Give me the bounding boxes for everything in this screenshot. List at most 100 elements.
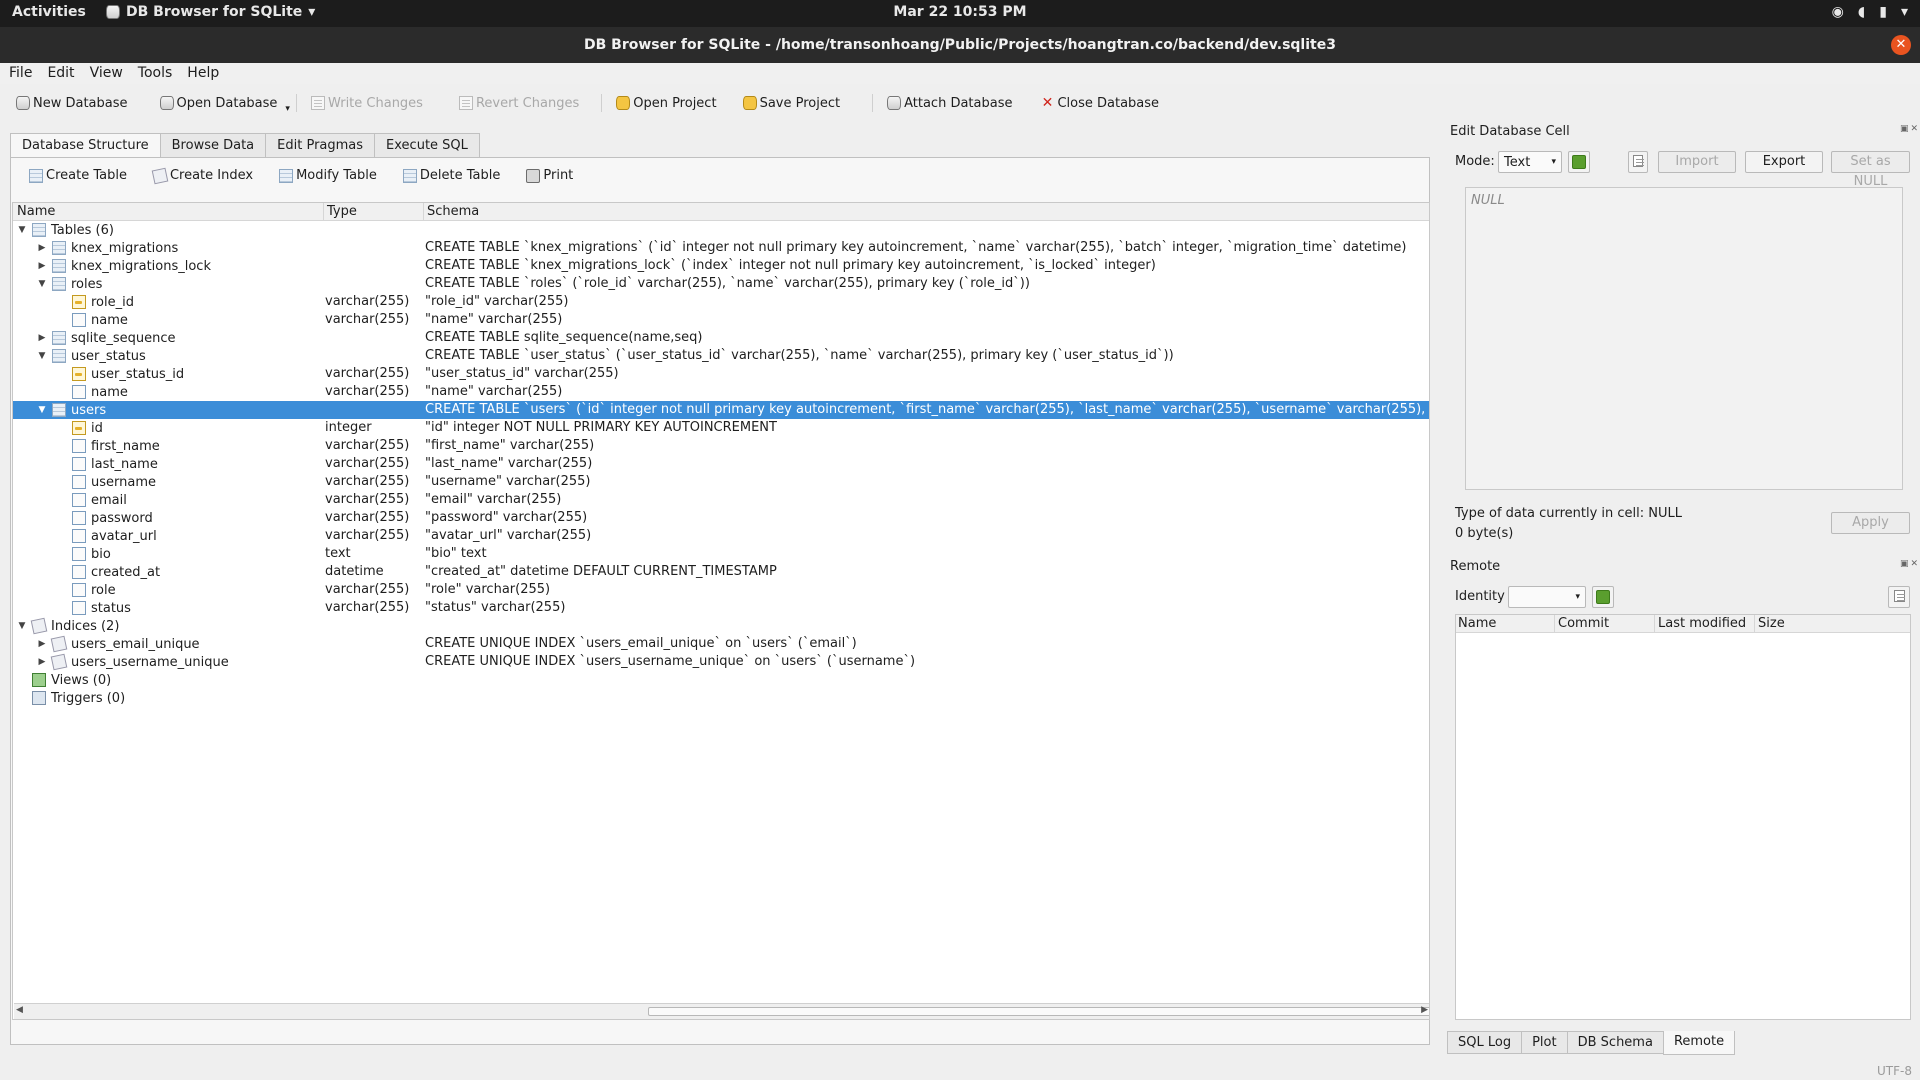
tree-row[interactable]: ▶ users_email_unique CREATE UNIQUE INDEX `… [13, 635, 1429, 653]
remote-column-last-modified[interactable]: Last modified [1656, 616, 1746, 631]
attach-database-button[interactable]: Attach Database [879, 96, 1020, 111]
remote-column-commit[interactable]: Commit [1556, 616, 1609, 631]
tree-row[interactable]: username varchar(255) "username" varchar(2… [13, 473, 1429, 491]
expand-right-icon[interactable]: ▶ [37, 333, 47, 343]
tree-row[interactable]: ▼ user_status CREATE TABLE `user_status` (… [13, 347, 1429, 365]
tree-row[interactable]: ▶ users_username_unique CREATE UNIQUE INDE… [13, 653, 1429, 671]
clock[interactable]: Mar 22 10:53 PM [893, 4, 1026, 20]
app-menu[interactable]: DB Browser for SQLite ▾ [106, 4, 315, 20]
menu-edit[interactable]: Edit [38, 63, 80, 84]
menu-help[interactable]: Help [178, 63, 225, 84]
horizontal-scrollbar[interactable]: ◀ ▶ [14, 1003, 1429, 1019]
remote-column-name[interactable]: Name [1456, 616, 1496, 631]
tree-row[interactable]: avatar_url varchar(255) "avatar_url" varch… [13, 527, 1429, 545]
new-database-button[interactable]: New Database [0, 96, 136, 111]
column-divider[interactable] [323, 203, 324, 221]
column-divider[interactable] [1654, 615, 1655, 633]
tab-db-schema[interactable]: DB Schema [1566, 1031, 1664, 1054]
modify-table-button[interactable]: Modify Table [267, 168, 389, 183]
menu-view[interactable]: View [81, 63, 129, 84]
open-database-button[interactable]: Open Database [152, 96, 286, 111]
tree-row[interactable]: status varchar(255) "status" varchar(255) [13, 599, 1429, 617]
create-index-button[interactable]: Create Index [141, 167, 265, 184]
set-as-null-button[interactable]: Set as NULL [1831, 151, 1910, 189]
expand-down-icon[interactable]: ▼ [37, 351, 47, 361]
tree-row[interactable]: ▶ knex_migrations_lock CREATE TABLE `knex_… [13, 257, 1429, 275]
tree-row[interactable]: id integer "id" integer NOT NULL PRIMARY K… [13, 419, 1429, 437]
close-window-button[interactable]: ✕ [1891, 35, 1911, 55]
cell-editor[interactable]: NULL [1465, 187, 1903, 490]
tree-row[interactable]: user_status_id varchar(255) "user_status_i… [13, 365, 1429, 383]
open-project-button[interactable]: Open Project [608, 96, 724, 111]
tab-edit-pragmas[interactable]: Edit Pragmas [265, 133, 376, 157]
expand-down-icon[interactable]: ▼ [17, 225, 27, 235]
tree-row[interactable]: name varchar(255) "name" varchar(255) [13, 311, 1429, 329]
tree-row[interactable]: bio text "bio" text [13, 545, 1429, 563]
tree-row[interactable]: ▼ roles CREATE TABLE `roles` (`role_id` va… [13, 275, 1429, 293]
expand-down-icon[interactable]: ▼ [37, 405, 47, 415]
delete-table-button[interactable]: Delete Table [391, 168, 512, 183]
tree-row[interactable]: Triggers (0) [13, 689, 1429, 707]
remote-column-size[interactable]: Size [1756, 616, 1785, 631]
expand-right-icon[interactable]: ▶ [37, 639, 47, 649]
remote-push-button[interactable] [1888, 586, 1910, 608]
scrollbar-thumb[interactable] [648, 1007, 1429, 1016]
create-table-button[interactable]: Create Table [17, 168, 139, 183]
column-divider[interactable] [423, 203, 424, 221]
word-wrap-button[interactable] [1628, 151, 1648, 173]
column-header-type[interactable]: Type [325, 204, 357, 219]
column-divider[interactable] [1754, 615, 1755, 633]
export-button[interactable]: Export [1745, 151, 1823, 173]
menu-file[interactable]: File [0, 63, 38, 84]
scroll-left-icon[interactable]: ◀ [16, 1005, 23, 1015]
tree-row[interactable]: ▶ knex_migrations CREATE TABLE `knex_migra… [13, 239, 1429, 257]
tree-row[interactable]: role varchar(255) "role" varchar(255) [13, 581, 1429, 599]
column-header-name[interactable]: Name [15, 204, 55, 219]
tab-sql-log[interactable]: SQL Log [1447, 1031, 1523, 1054]
tree-row[interactable]: ▼ users CREATE TABLE `users` (`id` integer… [13, 401, 1429, 419]
expand-right-icon[interactable]: ▶ [37, 261, 47, 271]
tree-row[interactable]: created_at datetime "created_at" datetime … [13, 563, 1429, 581]
tree-row[interactable]: ▼ Tables (6) [13, 221, 1429, 239]
auto-format-button[interactable] [1568, 151, 1590, 173]
tab-database-structure[interactable]: Database Structure [10, 133, 161, 158]
tree-row[interactable]: role_id varchar(255) "role_id" varchar(255… [13, 293, 1429, 311]
tree-row[interactable]: first_name varchar(255) "first_name" varch… [13, 437, 1429, 455]
tree-row[interactable]: ▼ Indices (2) [13, 617, 1429, 635]
tree-row[interactable]: last_name varchar(255) "last_name" varchar… [13, 455, 1429, 473]
import-button[interactable]: Import [1658, 151, 1736, 173]
tab-execute-sql[interactable]: Execute SQL [374, 133, 480, 157]
tree-row[interactable]: ▶ sqlite_sequence CREATE TABLE sqlite_sequ… [13, 329, 1429, 347]
tree-row[interactable]: email varchar(255) "email" varchar(255) [13, 491, 1429, 509]
menu-tools[interactable]: Tools [129, 63, 179, 84]
revert-changes-button[interactable]: Revert Changes [451, 96, 587, 111]
remote-files-table[interactable]: Name Commit Last modified Size [1455, 614, 1911, 1020]
system-tray[interactable]: ◉ ◖ ▮ ▾ [1832, 4, 1908, 20]
tree-row[interactable]: Views (0) [13, 671, 1429, 689]
expand-down-icon[interactable]: ▼ [37, 279, 47, 289]
dock-float-close-icons[interactable]: ▣✕ [1900, 124, 1920, 134]
identity-select[interactable]: ▾ [1508, 586, 1586, 608]
identity-settings-button[interactable] [1592, 586, 1614, 608]
scroll-right-icon[interactable]: ▶ [1421, 1005, 1428, 1015]
column-divider[interactable] [1554, 615, 1555, 633]
print-button[interactable]: Print [514, 168, 585, 183]
expand-right-icon[interactable]: ▶ [37, 243, 47, 253]
tree-row[interactable]: name varchar(255) "name" varchar(255) [13, 383, 1429, 401]
apply-button[interactable]: Apply [1831, 512, 1910, 534]
tab-plot[interactable]: Plot [1521, 1031, 1568, 1054]
save-project-button[interactable]: Save Project [735, 96, 849, 111]
expand-down-icon[interactable]: ▼ [17, 621, 27, 631]
chevron-down-icon[interactable]: ▾ [285, 104, 290, 114]
schema-tree[interactable]: Name Type Schema ▼ Tables (6) ▶ knex_migrat… [12, 202, 1430, 1020]
tab-remote[interactable]: Remote [1662, 1031, 1736, 1055]
expand-right-icon[interactable]: ▶ [37, 657, 47, 667]
tab-browse-data[interactable]: Browse Data [159, 133, 267, 157]
mode-select[interactable]: Text ▾ [1498, 151, 1562, 173]
dock-float-close-icons[interactable]: ▣✕ [1900, 559, 1920, 569]
write-changes-button[interactable]: Write Changes [303, 96, 431, 111]
column-header-schema[interactable]: Schema [425, 204, 479, 219]
activities-button[interactable]: Activities [12, 4, 86, 20]
close-database-button[interactable]: ✕ Close Database [1032, 96, 1167, 111]
tree-row[interactable]: password varchar(255) "password" varchar(2… [13, 509, 1429, 527]
